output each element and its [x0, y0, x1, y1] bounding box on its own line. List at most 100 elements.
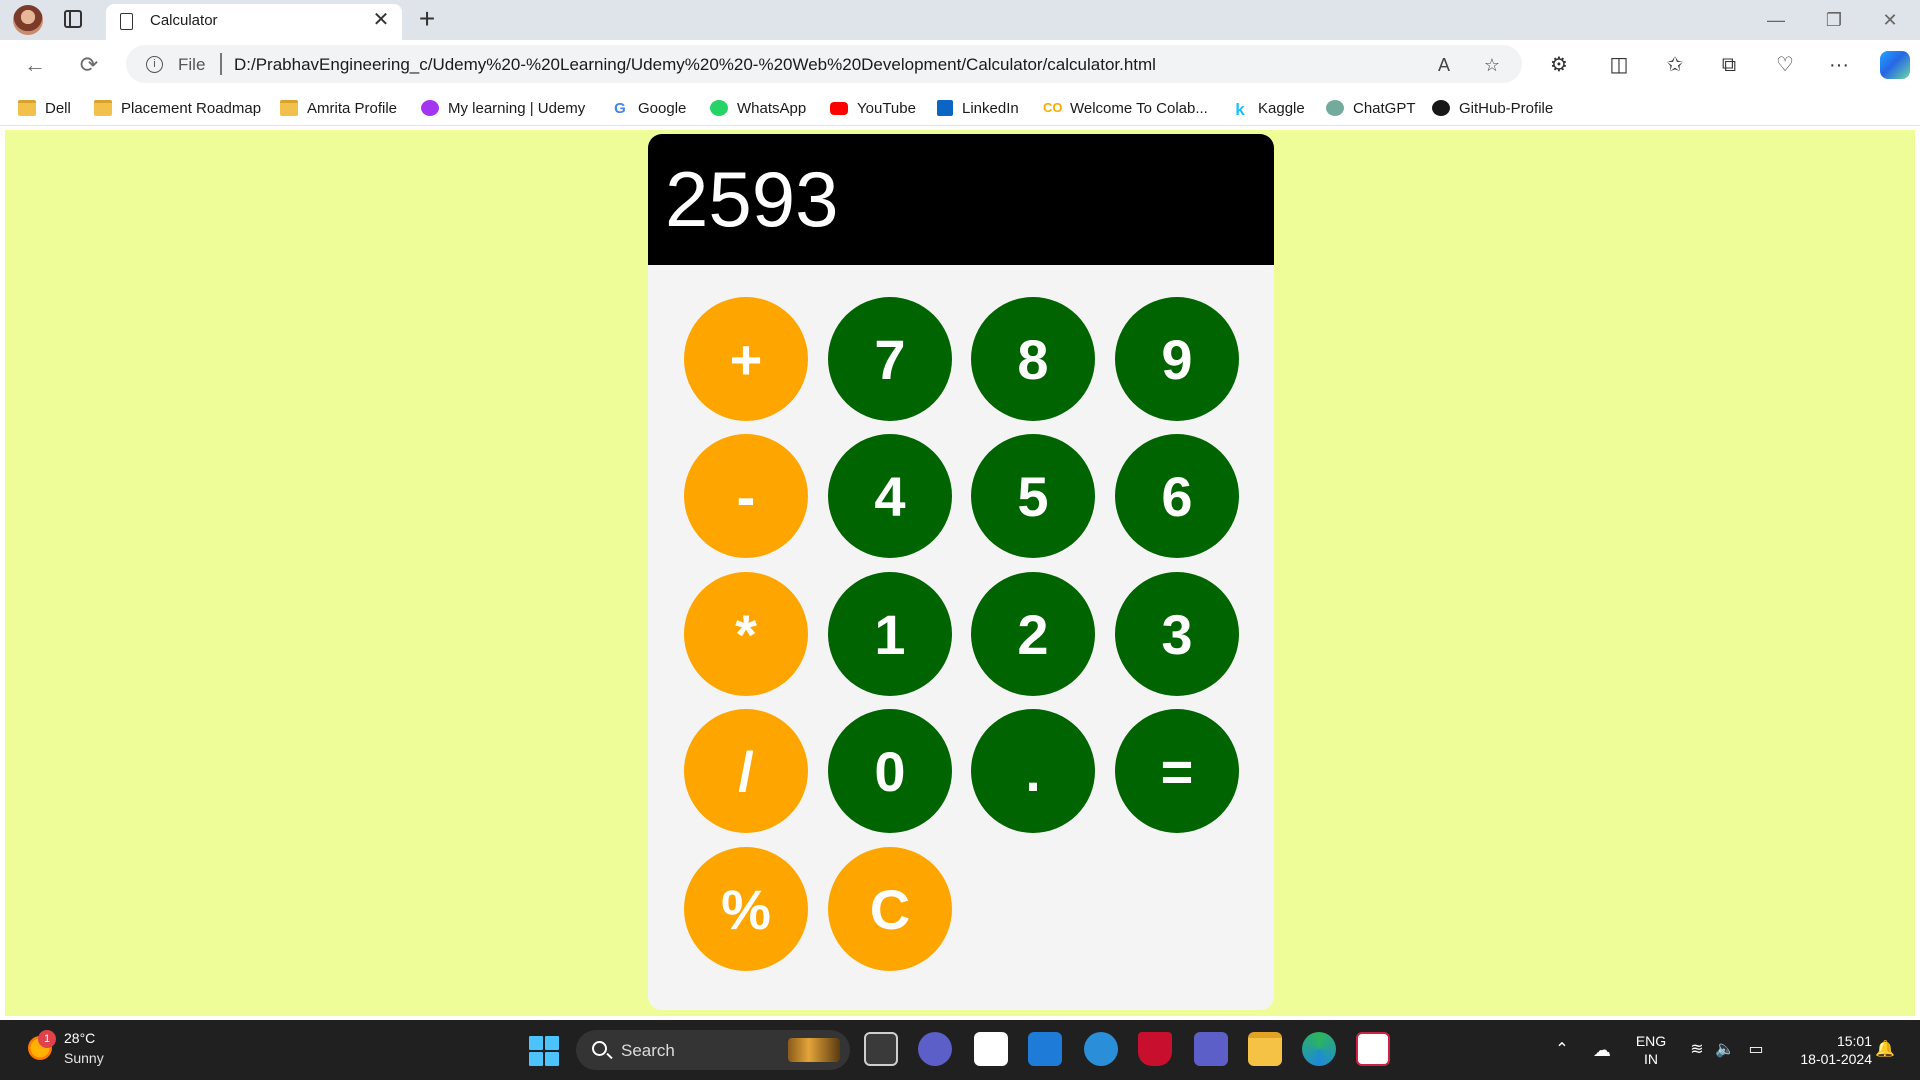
battery-icon[interactable]: ▭	[1744, 1020, 1768, 1080]
bookmark-google[interactable]: G Google	[611, 96, 686, 120]
calculator-display: 2593	[648, 134, 1274, 265]
close-window-button[interactable]: ✕	[1870, 6, 1910, 34]
search-highlight-image	[788, 1038, 840, 1062]
bookmark-label: Welcome To Colab...	[1070, 99, 1208, 117]
info-icon[interactable]: i	[146, 56, 163, 73]
bookmark-label: WhatsApp	[737, 99, 807, 117]
bookmark-label: Amrita Profile	[307, 99, 398, 117]
mcafee-icon[interactable]	[1138, 1032, 1172, 1066]
minimize-button[interactable]: —	[1756, 6, 1796, 34]
digit-1-button[interactable]: 1	[828, 572, 952, 696]
percent-button[interactable]: %	[684, 847, 808, 971]
performance-icon[interactable]: ♡	[1770, 50, 1800, 80]
edge-icon[interactable]	[1302, 1032, 1336, 1066]
tab-calculator[interactable]: Calculator ✕	[106, 4, 402, 40]
keyboard-region: IN	[1644, 1051, 1658, 1067]
windows-taskbar: 1 28°C Sunny Search ⌃ ☁ ENG IN ≋ 🔈 ▭ 15:…	[0, 1020, 1920, 1080]
linkedin-icon	[937, 100, 953, 116]
bookmark-linkedin[interactable]: LinkedIn	[937, 96, 1019, 120]
clear-button[interactable]: C	[828, 847, 952, 971]
microsoft-store-icon[interactable]	[974, 1032, 1008, 1066]
more-menu-icon[interactable]: ···	[1824, 50, 1854, 80]
language-indicator[interactable]: ENG IN	[1628, 1020, 1674, 1080]
notification-bell-icon[interactable]: 🔔	[1874, 1020, 1896, 1080]
udemy-icon	[421, 100, 439, 116]
file-explorer-icon[interactable]	[1248, 1032, 1282, 1066]
bookmark-amrita-profile[interactable]: Amrita Profile	[280, 96, 397, 120]
new-tab-button[interactable]: +	[414, 4, 440, 34]
windows-start-icon[interactable]	[529, 1036, 559, 1066]
clock-date: 18-01-2024	[1800, 1051, 1872, 1067]
address-bar[interactable]: i File D:/PrabhavEngineering_c/Udemy%20-…	[126, 45, 1522, 83]
favorites-icon[interactable]: ✩	[1660, 50, 1690, 80]
split-screen-icon[interactable]: ◫	[1604, 50, 1634, 80]
chatgpt-icon	[1326, 100, 1344, 116]
weather-temperature[interactable]: 28°C	[64, 1030, 95, 1046]
bookmark-colab[interactable]: CO Welcome To Colab...	[1043, 96, 1208, 120]
language-code: ENG	[1635, 1033, 1667, 1049]
kaggle-icon: k	[1235, 100, 1245, 119]
close-tab-button[interactable]: ✕	[370, 9, 392, 31]
bookmark-label: My learning | Udemy	[448, 99, 586, 117]
multiply-button[interactable]: *	[684, 572, 808, 696]
equals-button[interactable]: =	[1115, 709, 1239, 833]
task-view-icon[interactable]	[864, 1032, 898, 1066]
favorite-star-icon[interactable]: ☆	[1480, 53, 1504, 77]
colab-icon: CO	[1043, 100, 1063, 115]
bookmark-whatsapp[interactable]: WhatsApp	[710, 96, 806, 120]
search-icon	[592, 1041, 607, 1056]
add-button[interactable]: +	[684, 297, 808, 421]
snipping-tool-icon[interactable]	[1356, 1032, 1390, 1066]
tab-actions-icon[interactable]	[64, 10, 82, 28]
collections-icon[interactable]: ⧉	[1714, 50, 1744, 80]
read-aloud-icon[interactable]: A	[1432, 53, 1456, 77]
profile-avatar[interactable]	[13, 5, 43, 35]
weather-condition[interactable]: Sunny	[64, 1050, 104, 1066]
bookmark-label: Google	[638, 99, 687, 117]
back-button[interactable]: ←	[18, 48, 52, 82]
address-scheme: File	[178, 55, 206, 74]
digit-4-button[interactable]: 4	[828, 434, 952, 558]
digit-0-button[interactable]: 0	[828, 709, 952, 833]
bookmark-dell[interactable]: Dell	[18, 96, 71, 120]
bookmark-label: Kaggle	[1258, 99, 1305, 117]
digit-6-button[interactable]: 6	[1115, 434, 1239, 558]
refresh-button[interactable]: ⟳	[72, 48, 106, 82]
digit-7-button[interactable]: 7	[828, 297, 952, 421]
bookmark-youtube[interactable]: YouTube	[830, 96, 916, 120]
digit-8-button[interactable]: 8	[971, 297, 1095, 421]
bookmark-placement-roadmap[interactable]: Placement Roadmap	[94, 96, 261, 120]
address-url[interactable]: D:/PrabhavEngineering_c/Udemy%20-%20Lear…	[234, 55, 1156, 75]
get-help-icon[interactable]	[1084, 1032, 1118, 1066]
copilot-icon[interactable]	[1880, 51, 1910, 79]
browser-toolbar: ← ⟳ i File D:/PrabhavEngineering_c/Udemy…	[0, 40, 1920, 90]
taskbar-search[interactable]: Search	[576, 1030, 850, 1070]
divide-button[interactable]: /	[684, 709, 808, 833]
github-icon	[1432, 100, 1450, 116]
decimal-button[interactable]: .	[971, 709, 1095, 833]
bookmarks-bar: Dell Placement Roadmap Amrita Profile My…	[0, 90, 1920, 126]
bookmark-github[interactable]: GitHub-Profile	[1432, 96, 1553, 120]
bookmark-label: GitHub-Profile	[1459, 99, 1554, 117]
bookmark-chatgpt[interactable]: ChatGPT	[1326, 96, 1416, 120]
teams-icon[interactable]	[1194, 1032, 1228, 1066]
extensions-icon[interactable]: ⚙	[1544, 50, 1574, 80]
show-hidden-icons[interactable]: ⌃	[1552, 1020, 1572, 1080]
subtract-button[interactable]: -	[684, 434, 808, 558]
hp-app-icon[interactable]	[1028, 1032, 1062, 1066]
bookmark-udemy[interactable]: My learning | Udemy	[421, 96, 585, 120]
digit-2-button[interactable]: 2	[971, 572, 1095, 696]
search-label: Search	[621, 1041, 675, 1060]
clock[interactable]: 15:01 18-01-2024	[1782, 1020, 1872, 1080]
onedrive-cloud-icon[interactable]: ☁	[1590, 1020, 1614, 1080]
volume-icon[interactable]: 🔈	[1714, 1020, 1736, 1080]
digit-3-button[interactable]: 3	[1115, 572, 1239, 696]
wifi-icon[interactable]: ≋	[1686, 1020, 1708, 1080]
digit-5-button[interactable]: 5	[971, 434, 1095, 558]
meet-icon[interactable]	[918, 1032, 952, 1066]
restore-button[interactable]: ❐	[1814, 6, 1854, 34]
page-background: 2593 + 7 8 9 - 4 5 6 * 1 2 3 / 0 . = % C	[5, 130, 1915, 1016]
digit-9-button[interactable]: 9	[1115, 297, 1239, 421]
bookmark-label: Dell	[45, 99, 71, 117]
bookmark-kaggle[interactable]: k Kaggle	[1231, 96, 1305, 120]
